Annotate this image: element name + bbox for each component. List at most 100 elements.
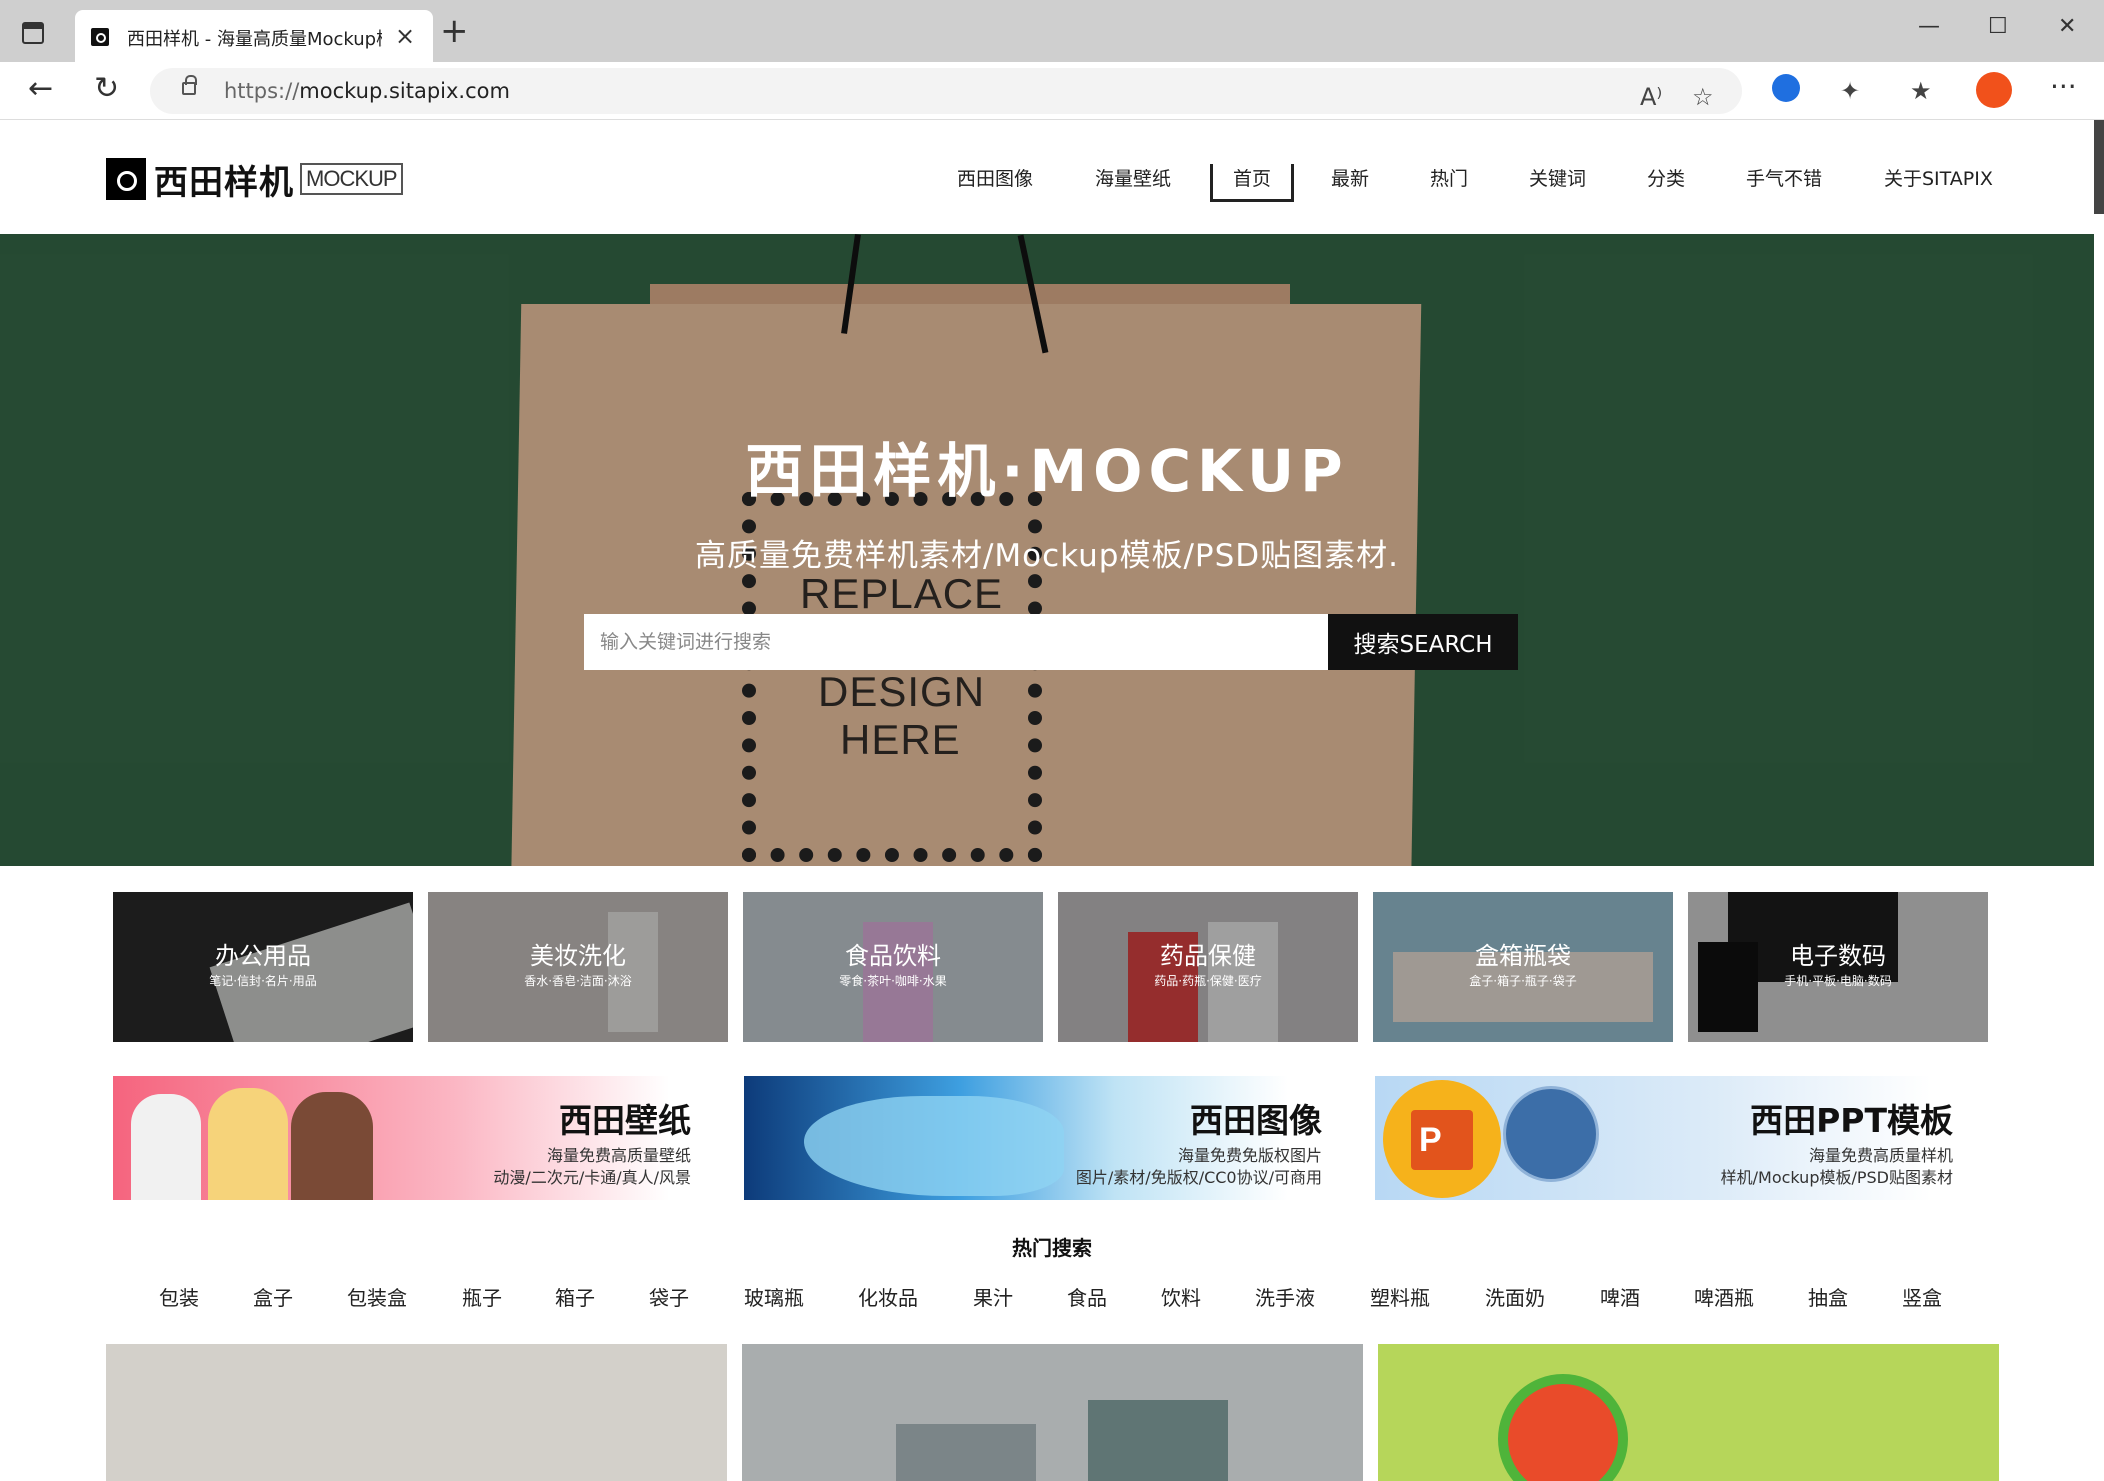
category-tile-electronics[interactable]: 电子数码 手机·平板·电脑·数码 xyxy=(1688,892,1988,1042)
category-tile-medicine[interactable]: 药品保健 药品·药瓶·保健·医疗 xyxy=(1058,892,1358,1042)
hot-tag[interactable]: 袋子 xyxy=(649,1282,689,1311)
nav-link[interactable]: 手气不错 xyxy=(1746,164,1822,191)
nav-link[interactable]: 关键词 xyxy=(1529,164,1586,191)
favorites-icon[interactable]: ★ xyxy=(1910,77,1932,105)
category-title: 电子数码 xyxy=(1790,942,1886,970)
box-image xyxy=(1088,1400,1228,1481)
tab-close-icon[interactable]: × xyxy=(395,22,415,50)
hot-tag[interactable]: 包装盒 xyxy=(347,1282,407,1311)
hot-search-title: 热门搜索 xyxy=(1012,1236,1092,1260)
category-subtitle: 香水·香皂·洁面·沐浴 xyxy=(524,974,632,988)
nav-link[interactable]: 西田图像 xyxy=(957,164,1033,191)
bottle-image xyxy=(1498,1374,1628,1481)
address-toolbar: ← ↻ https://mockup.sitapix.com A⁾ ☆ ✦ ★ … xyxy=(0,62,2104,120)
category-subtitle: 笔记·信封·名片·用品 xyxy=(209,974,317,988)
banner-subtitle: 海量免费免版权图片 xyxy=(1177,1146,1322,1165)
banner-images[interactable]: 西田图像 海量免费免版权图片 图片/素材/免版权/CC0协议/可商用 xyxy=(744,1076,1362,1200)
banner-tags: 动漫/二次元/卡通/真人/风景 xyxy=(493,1168,691,1187)
web-page: 西田样机 MOCKUP 西田图像 海量壁纸 首页 最新 热门 关键词 分类 手气… xyxy=(0,120,2104,1481)
scrollbar-thumb[interactable] xyxy=(2094,120,2104,214)
address-bar[interactable]: https://mockup.sitapix.com A⁾ ☆ xyxy=(150,68,1742,114)
banner-title: 西田PPT模板 xyxy=(1750,1101,1953,1140)
keynote-icon xyxy=(1503,1086,1599,1182)
hot-tag[interactable]: 食品 xyxy=(1067,1282,1107,1311)
hero-banner: REPLACE DESIGN HERE 西田样机·MOCKUP 高质量免费样机素… xyxy=(0,234,2094,866)
nav-link[interactable]: 海量壁纸 xyxy=(1095,164,1171,191)
category-subtitle: 药品·药瓶·保健·医疗 xyxy=(1154,974,1262,988)
hot-tag[interactable]: 抽盒 xyxy=(1808,1282,1848,1311)
hot-tag[interactable]: 瓶子 xyxy=(462,1282,502,1311)
hot-tag[interactable]: 塑料瓶 xyxy=(1370,1282,1430,1311)
settings-menu-icon[interactable]: ··· xyxy=(2050,70,2077,103)
banner-tags: 图片/素材/免版权/CC0协议/可商用 xyxy=(1075,1168,1322,1187)
mockup-thumbnail[interactable] xyxy=(106,1344,727,1481)
hot-tag[interactable]: 化妆品 xyxy=(858,1282,918,1311)
close-window-button[interactable]: ✕ xyxy=(2058,14,2076,39)
hot-tag[interactable]: 竖盒 xyxy=(1902,1282,1942,1311)
refresh-icon[interactable]: ↻ xyxy=(94,72,119,106)
promo-banners: 西田壁纸 海量免费高质量壁纸 动漫/二次元/卡通/真人/风景 西田图像 海量免费… xyxy=(113,1076,1993,1200)
category-tile-boxes[interactable]: 盒箱瓶袋 盒子·箱子·瓶子·袋子 xyxy=(1373,892,1673,1042)
site-favicon-icon xyxy=(91,28,109,46)
category-title: 药品保健 xyxy=(1160,942,1256,970)
hot-tag[interactable]: 啤酒 xyxy=(1600,1282,1640,1311)
banner-ppt[interactable]: P 西田PPT模板 海量免费高质量样机 样机/Mockup模板/PSD贴图素材 xyxy=(1375,1076,1993,1200)
extensions-icon[interactable]: ✦ xyxy=(1840,77,1860,105)
hot-tag[interactable]: 啤酒瓶 xyxy=(1694,1282,1754,1311)
nav-link[interactable]: 关于SITAPIX xyxy=(1884,164,1993,191)
category-tile-office[interactable]: 办公用品 笔记·信封·名片·用品 xyxy=(113,892,413,1042)
banner-title: 西田壁纸 xyxy=(559,1101,691,1140)
browser-tab[interactable]: 西田样机 - 海量高质量Mockup模 × xyxy=(75,10,433,62)
hot-tag[interactable]: 玻璃瓶 xyxy=(744,1282,804,1311)
copilot-icon[interactable] xyxy=(1772,74,1800,102)
category-tile-beauty[interactable]: 美妆洗化 香水·香皂·洁面·沐浴 xyxy=(428,892,728,1042)
profile-avatar[interactable] xyxy=(1976,72,2012,108)
category-tile-food[interactable]: 食品饮料 零食·茶叶·咖啡·水果 xyxy=(743,892,1043,1042)
back-icon[interactable]: ← xyxy=(28,72,53,106)
add-favorite-icon[interactable]: ☆ xyxy=(1692,83,1714,111)
anime-character-image xyxy=(131,1094,201,1200)
url-text[interactable]: https://mockup.sitapix.com xyxy=(224,79,510,103)
main-nav: 西田图像 海量壁纸 首页 最新 热门 关键词 分类 手气不错 关于SITAPIX xyxy=(0,164,2094,204)
hero-title: 西田样机·MOCKUP xyxy=(745,437,1349,505)
hot-search-tags: 包装 盒子 包装盒 瓶子 箱子 袋子 玻璃瓶 化妆品 果汁 食品 饮料 洗手液 … xyxy=(0,1282,2104,1312)
banner-wallpaper[interactable]: 西田壁纸 海量免费高质量壁纸 动漫/二次元/卡通/真人/风景 xyxy=(113,1076,731,1200)
minimize-button[interactable]: — xyxy=(1918,14,1940,39)
mockup-thumbnail[interactable] xyxy=(742,1344,1363,1481)
category-title: 美妆洗化 xyxy=(530,942,626,970)
search-input[interactable] xyxy=(584,614,1328,670)
category-subtitle: 零食·茶叶·咖啡·水果 xyxy=(839,974,947,988)
hot-tag[interactable]: 饮料 xyxy=(1161,1282,1201,1311)
hot-tag[interactable]: 箱子 xyxy=(555,1282,595,1311)
site-header: 西田样机 MOCKUP 西田图像 海量壁纸 首页 最新 热门 关键词 分类 手气… xyxy=(0,120,2094,234)
category-subtitle: 盒子·箱子·瓶子·袋子 xyxy=(1469,974,1577,988)
nav-link[interactable]: 最新 xyxy=(1331,164,1369,191)
hero-subtitle: 高质量免费样机素材/Mockup模板/PSD贴图素材. xyxy=(694,538,1400,574)
lock-icon[interactable] xyxy=(182,75,197,95)
banner-tags: 样机/Mockup模板/PSD贴图素材 xyxy=(1720,1168,1953,1187)
anime-character-image xyxy=(208,1088,288,1200)
banner-subtitle: 海量免费高质量壁纸 xyxy=(546,1146,691,1165)
mockup-thumbnails xyxy=(106,1344,1999,1481)
hot-tag[interactable]: 洗面奶 xyxy=(1485,1282,1545,1311)
banner-title: 西田图像 xyxy=(1190,1101,1322,1140)
hot-tag[interactable]: 包装 xyxy=(159,1282,199,1311)
tab-actions-icon[interactable] xyxy=(22,22,44,44)
banner-subtitle: 海量免费高质量样机 xyxy=(1808,1146,1953,1165)
mockup-thumbnail[interactable] xyxy=(1378,1344,1999,1481)
maximize-button[interactable]: ☐ xyxy=(1988,14,2008,39)
hot-tag[interactable]: 洗手液 xyxy=(1255,1282,1315,1311)
nav-link[interactable]: 热门 xyxy=(1430,164,1468,191)
nav-link-active[interactable]: 首页 xyxy=(1210,164,1295,202)
category-title: 办公用品 xyxy=(215,942,311,970)
anime-character-image xyxy=(291,1092,373,1200)
hot-tag[interactable]: 果汁 xyxy=(973,1282,1013,1311)
ice-image xyxy=(804,1096,1064,1196)
nav-link[interactable]: 分类 xyxy=(1647,164,1685,191)
new-tab-button[interactable]: + xyxy=(440,14,469,48)
powerpoint-p-icon: P xyxy=(1411,1110,1473,1170)
search-button[interactable]: 搜索SEARCH xyxy=(1328,614,1518,670)
read-aloud-icon[interactable]: A⁾ xyxy=(1640,83,1662,111)
box-image xyxy=(896,1424,1036,1481)
hot-tag[interactable]: 盒子 xyxy=(253,1282,293,1311)
